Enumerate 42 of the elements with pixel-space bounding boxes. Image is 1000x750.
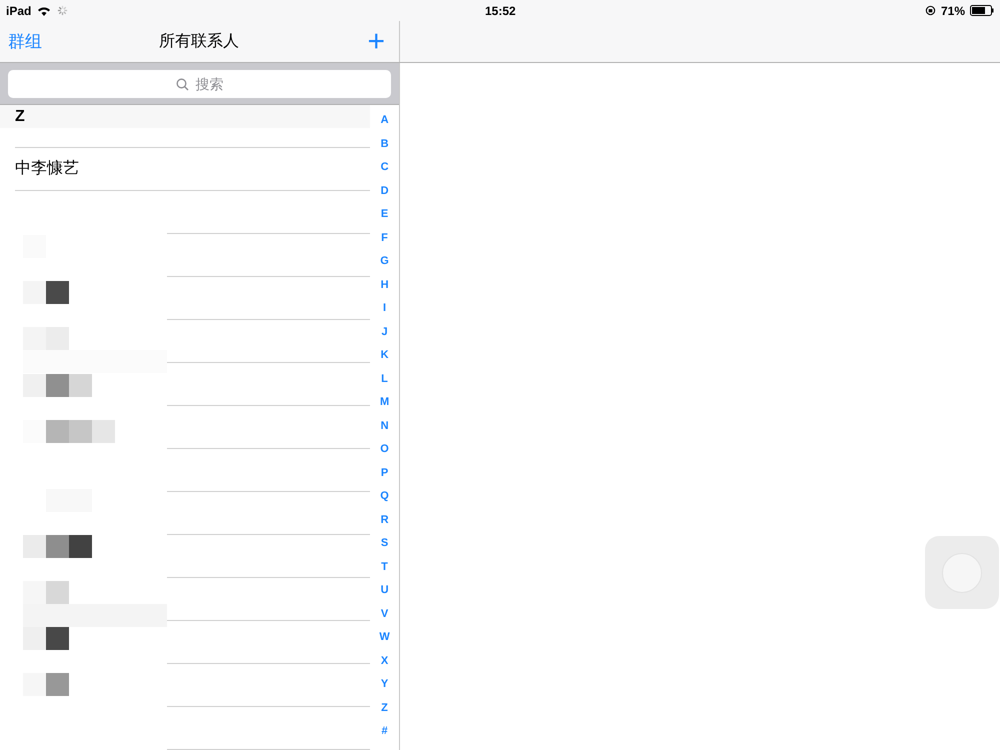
index-letter[interactable]: Y <box>380 676 388 700</box>
search-icon <box>176 78 189 90</box>
rotation-lock-icon <box>924 5 936 16</box>
search-field[interactable]: 搜索 <box>8 70 391 98</box>
activity-spinner-icon <box>57 5 68 16</box>
battery-icon <box>970 5 994 16</box>
index-letter[interactable]: U <box>380 582 389 606</box>
index-letter[interactable]: Z <box>381 700 388 723</box>
index-letter[interactable]: L <box>381 370 388 394</box>
index-letter[interactable]: # <box>381 723 388 746</box>
index-letter[interactable]: R <box>380 512 389 535</box>
index-letter[interactable]: K <box>380 347 389 370</box>
index-letter[interactable]: G <box>380 253 389 276</box>
index-letter[interactable]: V <box>380 606 388 629</box>
index-letter[interactable]: J <box>381 324 388 347</box>
index-letter[interactable]: H <box>380 276 389 300</box>
index-letter[interactable]: X <box>380 652 388 676</box>
index-letter[interactable]: I <box>383 300 386 324</box>
index-letter[interactable]: B <box>380 136 389 159</box>
wifi-icon <box>37 6 52 16</box>
assistive-touch-button[interactable] <box>925 536 999 609</box>
index-letter[interactable]: O <box>380 441 389 464</box>
device-name: iPad <box>6 2 32 20</box>
index-letter[interactable]: S <box>380 535 388 558</box>
index-letter[interactable]: A <box>380 112 389 136</box>
status-time: 15:52 <box>485 2 516 20</box>
contact-row[interactable]: 中李慷艺 <box>15 148 370 191</box>
index-letter[interactable]: W <box>379 629 390 652</box>
index-letter[interactable]: T <box>381 558 388 582</box>
section-header: Z <box>0 105 370 128</box>
index-letter[interactable]: E <box>380 206 388 230</box>
index-letter[interactable]: F <box>381 230 388 253</box>
groups-button[interactable]: 群组 <box>8 28 42 54</box>
index-letter[interactable]: D <box>380 182 389 206</box>
index-letter[interactable]: M <box>380 394 390 418</box>
index-letter[interactable]: P <box>380 464 388 488</box>
nav-title: 所有联系人 <box>159 32 239 52</box>
battery-percent: 71% <box>940 2 965 20</box>
index-letter[interactable]: N <box>380 418 389 441</box>
index-letter[interactable]: C <box>380 159 389 182</box>
add-button[interactable]: + <box>367 26 385 56</box>
index-letter[interactable]: Q <box>380 488 389 512</box>
